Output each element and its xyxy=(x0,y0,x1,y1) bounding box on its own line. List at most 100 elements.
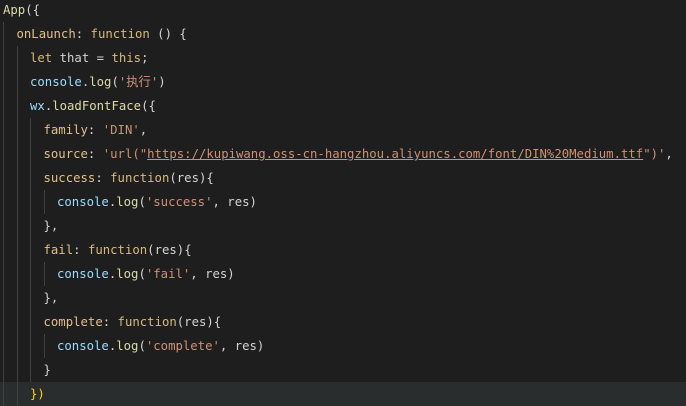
code-text: let that = this; xyxy=(30,46,148,70)
indent-guide xyxy=(3,382,4,406)
code-token: : xyxy=(95,171,111,185)
code-token: loadFontFace xyxy=(52,99,142,113)
indent-guide xyxy=(3,166,4,190)
indent-guide xyxy=(43,190,45,214)
indent-guide xyxy=(3,94,4,118)
indent-guide xyxy=(16,118,18,142)
code-token: wx xyxy=(30,99,45,113)
code-line[interactable]: source: 'url("https://kupiwang.oss-cn-ha… xyxy=(0,142,686,166)
code-token: 'fail' xyxy=(145,267,191,281)
code-token: let xyxy=(30,51,53,65)
indent-guide xyxy=(3,310,4,334)
code-text: }) xyxy=(30,382,45,406)
code-token: : xyxy=(73,243,88,257)
code-token: (res){ xyxy=(147,243,192,257)
indent-guide xyxy=(16,190,18,214)
code-token: 'url(" xyxy=(102,147,148,161)
code-line[interactable]: complete: function(res){ xyxy=(0,310,686,334)
code-token: ( xyxy=(111,75,119,89)
indent-guide xyxy=(30,238,31,262)
indent-guide xyxy=(3,262,4,286)
code-token: ( xyxy=(138,195,146,209)
code-token: source xyxy=(43,147,88,161)
code-text: complete: function(res){ xyxy=(44,310,222,334)
code-text: fail: function(res){ xyxy=(44,238,192,262)
code-text: source: 'url("https://kupiwang.oss-cn-ha… xyxy=(44,142,673,166)
indent-guide xyxy=(43,262,45,286)
code-token: log xyxy=(89,75,112,89)
indent-guide xyxy=(30,142,31,166)
code-token: log xyxy=(116,339,139,353)
code-token: onLaunch xyxy=(16,27,76,41)
code-token: , res) xyxy=(190,267,235,281)
code-line[interactable]: console.log('success', res) xyxy=(0,190,686,214)
code-line[interactable]: family: 'DIN', xyxy=(0,118,686,142)
indent-guide xyxy=(3,214,4,238)
code-line[interactable]: success: function(res){ xyxy=(0,166,686,190)
code-line[interactable]: onLaunch: function () { xyxy=(0,22,686,46)
indent-guide xyxy=(30,166,31,190)
code-text: family: 'DIN', xyxy=(44,118,148,142)
code-text: App({ xyxy=(3,0,40,22)
code-line[interactable]: console.log('complete', res) xyxy=(0,334,686,358)
indent-guide xyxy=(3,334,4,358)
indent-guide xyxy=(16,286,18,310)
indent-guide xyxy=(3,118,4,142)
indent-guide xyxy=(3,358,4,382)
code-text: }, xyxy=(44,286,59,310)
code-line[interactable]: }, xyxy=(0,214,686,238)
code-token: ) xyxy=(158,75,166,89)
code-token: 'success' xyxy=(145,195,213,209)
code-line[interactable]: fail: function(res){ xyxy=(0,238,686,262)
code-line[interactable]: console.log('执行') xyxy=(0,70,686,94)
code-line[interactable]: } xyxy=(0,358,686,382)
indent-guide xyxy=(16,262,18,286)
code-token: complete xyxy=(43,315,103,329)
code-token: App xyxy=(3,3,26,17)
indent-guide xyxy=(43,334,45,358)
code-token: : xyxy=(87,147,103,161)
code-token: ({ xyxy=(25,3,41,17)
code-token: (res){ xyxy=(176,315,222,329)
code-line[interactable]: App({ xyxy=(0,0,686,22)
code-line[interactable]: wx.loadFontFace({ xyxy=(0,94,686,118)
code-token: (res){ xyxy=(169,171,214,185)
code-text: onLaunch: function () { xyxy=(17,22,187,46)
code-line[interactable]: }, xyxy=(0,286,686,310)
code-token: 'DIN' xyxy=(102,123,140,137)
code-token: function xyxy=(90,27,150,41)
code-token: }) xyxy=(30,387,45,401)
indent-guide xyxy=(16,310,18,334)
indent-guide xyxy=(16,70,18,94)
code-token: console xyxy=(57,195,109,209)
indent-guide xyxy=(30,310,31,334)
code-token: https://kupiwang.oss-cn-hangzhou.aliyunc… xyxy=(147,147,644,161)
code-token: ")' xyxy=(643,147,666,161)
indent-guide xyxy=(16,166,18,190)
code-text: console.log('success', res) xyxy=(57,190,257,214)
code-line[interactable]: let that = this; xyxy=(0,46,686,70)
code-token: , xyxy=(665,147,673,161)
code-text: }, xyxy=(44,214,59,238)
code-token: family xyxy=(43,123,88,137)
code-line[interactable]: }) xyxy=(0,382,686,406)
indent-guide xyxy=(16,94,18,118)
code-token: function xyxy=(110,171,170,185)
code-line[interactable]: console.log('fail', res) xyxy=(0,262,686,286)
code-token: '执行' xyxy=(118,75,159,89)
code-token: }, xyxy=(43,219,59,233)
indent-guide xyxy=(16,142,18,166)
code-token: : xyxy=(75,27,91,41)
indent-guide xyxy=(16,358,18,382)
indent-guide xyxy=(30,118,31,142)
code-token: function xyxy=(117,315,177,329)
code-token: } xyxy=(43,363,51,377)
code-token: log xyxy=(116,267,139,281)
indent-guide xyxy=(30,190,31,214)
code-token: function xyxy=(87,243,148,257)
code-token: , res) xyxy=(212,195,257,209)
code-text: console.log('fail', res) xyxy=(57,262,235,286)
code-token: console xyxy=(57,339,109,353)
code-editor[interactable]: App({onLaunch: function () {let that = t… xyxy=(0,0,686,406)
indent-guide xyxy=(30,262,31,286)
